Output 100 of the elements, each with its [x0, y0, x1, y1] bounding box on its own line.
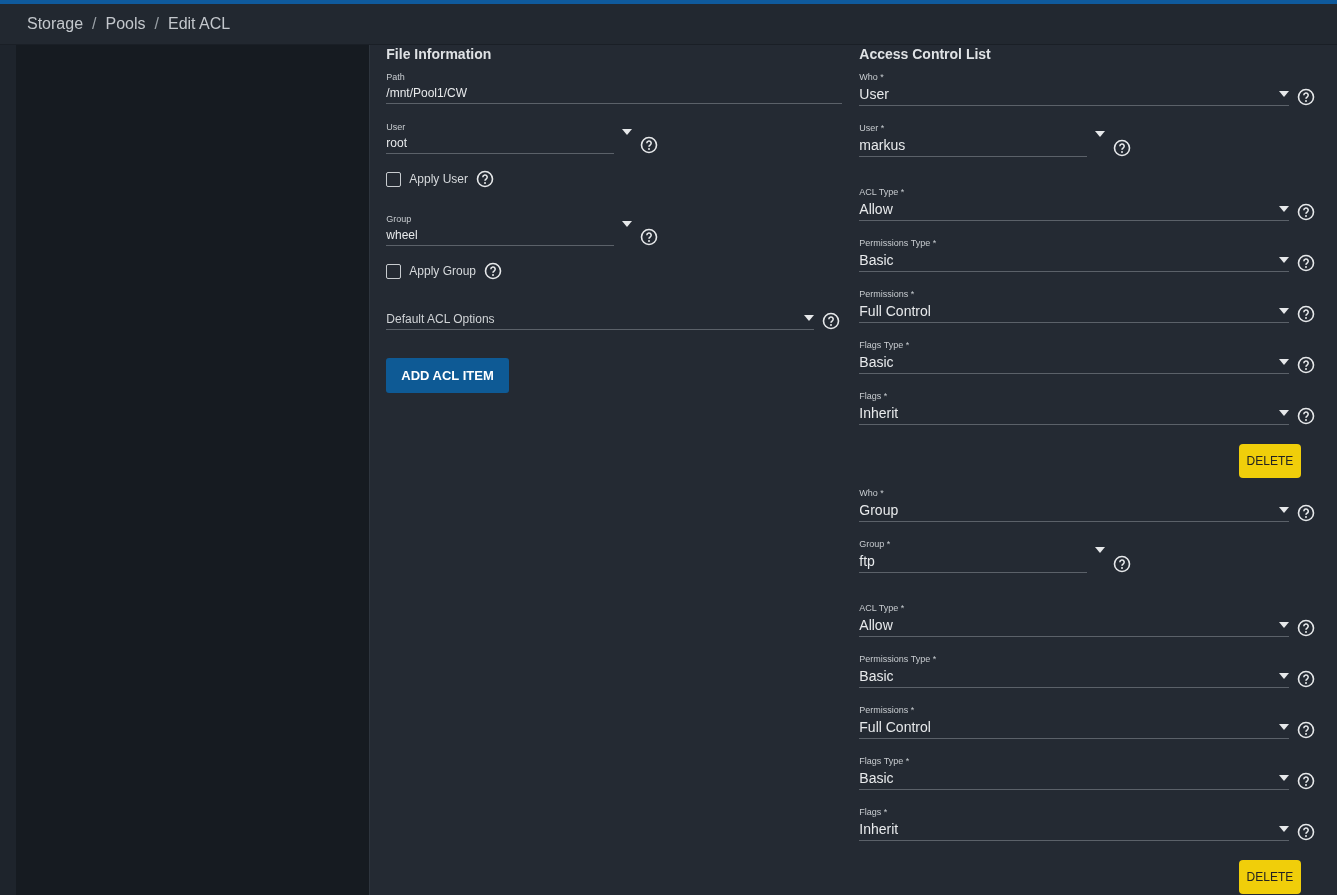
- field-label: Permissions Type *: [859, 654, 937, 664]
- caret-icon: [1279, 775, 1290, 781]
- section-title: Access Control List: [859, 46, 992, 62]
- select-field[interactable]: ACL Type * Allow: [859, 603, 1290, 637]
- field-value: Basic: [859, 354, 895, 370]
- select-field[interactable]: ACL Type * Allow: [859, 187, 1290, 221]
- select-field[interactable]: Flags * Inherit: [859, 391, 1290, 425]
- help-icon[interactable]: [640, 228, 659, 246]
- field-value: /mnt/Pool1/CW: [386, 86, 468, 100]
- caret-icon: [622, 221, 633, 227]
- help-icon[interactable]: [1297, 823, 1316, 841]
- help-icon[interactable]: [1297, 305, 1316, 323]
- add-acl-item-button[interactable]: ADD ACL ITEM: [386, 358, 509, 393]
- help-icon[interactable]: [484, 262, 502, 280]
- select-field[interactable]: Permissions * Full Control: [859, 289, 1290, 323]
- help-icon[interactable]: [1297, 203, 1316, 221]
- help-icon[interactable]: [1297, 407, 1316, 425]
- field-value: Basic: [859, 252, 895, 268]
- caret-icon: [1279, 410, 1290, 416]
- field-value: wheel: [386, 228, 419, 242]
- path-field[interactable]: Path /mnt/Pool1/CW: [386, 72, 843, 104]
- field-value: Allow: [859, 201, 894, 217]
- field-label: Who *: [859, 488, 885, 498]
- select-field[interactable]: Permissions * Full Control: [859, 705, 1290, 739]
- caret-icon: [622, 129, 633, 135]
- caret-icon: [1095, 131, 1106, 137]
- select-field[interactable]: Default ACL Options: [386, 306, 815, 330]
- breadcrumb-separator: /: [92, 15, 97, 33]
- checkbox[interactable]: [386, 171, 402, 187]
- select-field[interactable]: Who * Group: [859, 488, 1290, 522]
- select-field[interactable]: User * markus: [859, 123, 1088, 157]
- field-value: Allow: [859, 617, 894, 633]
- field-value: Basic: [859, 770, 895, 786]
- delete-button[interactable]: DELETE: [1238, 444, 1302, 478]
- caret-icon: [1279, 206, 1290, 212]
- help-icon[interactable]: [476, 170, 494, 188]
- caret-icon: [1279, 622, 1290, 628]
- field-placeholder: Default ACL Options: [386, 311, 495, 326]
- help-icon[interactable]: [1297, 356, 1316, 374]
- section-title: File Information: [386, 46, 493, 62]
- field-value: User: [859, 86, 889, 102]
- help-icon[interactable]: [1297, 670, 1316, 688]
- field-label: Flags *: [859, 391, 889, 401]
- caret-icon: [1279, 359, 1290, 365]
- field-label: Flags *: [859, 807, 889, 817]
- field-value: ftp: [859, 553, 876, 569]
- help-icon[interactable]: [822, 312, 841, 330]
- breadcrumb-link[interactable]: Pools: [105, 15, 146, 33]
- field-label: User: [386, 122, 407, 132]
- select-field[interactable]: Flags Type * Basic: [859, 756, 1290, 790]
- select-field[interactable]: Flags * Inherit: [859, 807, 1290, 841]
- field-label: Who *: [859, 72, 885, 82]
- select-field[interactable]: Who * User: [859, 72, 1290, 106]
- field-label: Permissions *: [859, 705, 916, 715]
- checkbox-label: Apply User: [409, 172, 468, 186]
- field-label: Group *: [859, 539, 892, 549]
- field-label: Group: [386, 214, 413, 224]
- caret-icon: [1279, 673, 1290, 679]
- help-icon[interactable]: [1297, 88, 1316, 106]
- caret-icon: [1279, 91, 1290, 97]
- caret-icon: [1279, 507, 1290, 513]
- help-icon[interactable]: [1113, 139, 1132, 157]
- caret-icon: [1279, 257, 1290, 263]
- select-field[interactable]: Permissions Type * Basic: [859, 238, 1290, 272]
- select-field[interactable]: Permissions Type * Basic: [859, 654, 1290, 688]
- help-icon[interactable]: [1297, 772, 1316, 790]
- field-label: Permissions Type *: [859, 238, 937, 248]
- caret-icon: [804, 315, 815, 321]
- breadcrumb-link[interactable]: Storage: [27, 15, 84, 33]
- field-label: Permissions *: [859, 289, 916, 299]
- field-label: ACL Type *: [859, 187, 905, 197]
- caret-icon: [1279, 308, 1290, 314]
- breadcrumb-separator: /: [154, 15, 159, 33]
- field-value: Full Control: [859, 719, 931, 735]
- field-label: Path: [386, 72, 406, 82]
- field-label: Flags Type *: [859, 340, 910, 350]
- help-icon[interactable]: [1297, 721, 1316, 739]
- select-field[interactable]: Group * ftp: [859, 539, 1088, 573]
- help-icon[interactable]: [640, 136, 659, 154]
- help-icon[interactable]: [1297, 254, 1316, 272]
- field-value: Full Control: [859, 303, 931, 319]
- checkbox[interactable]: [386, 263, 402, 279]
- field-value: Inherit: [859, 821, 899, 837]
- select-field[interactable]: Group wheel: [386, 214, 615, 246]
- select-field[interactable]: User root: [386, 122, 615, 154]
- help-icon[interactable]: [1297, 504, 1316, 522]
- field-label: Flags Type *: [859, 756, 910, 766]
- caret-icon: [1095, 547, 1106, 553]
- help-icon[interactable]: [1113, 555, 1132, 573]
- field-value: Inherit: [859, 405, 899, 421]
- select-field[interactable]: Flags Type * Basic: [859, 340, 1290, 374]
- help-icon[interactable]: [1297, 619, 1316, 637]
- caret-icon: [1279, 826, 1290, 832]
- checkbox-label: Apply Group: [409, 264, 476, 278]
- field-label: ACL Type *: [859, 603, 905, 613]
- field-value: Basic: [859, 668, 895, 684]
- field-value: markus: [859, 137, 907, 153]
- caret-icon: [1279, 724, 1290, 730]
- delete-button[interactable]: DELETE: [1238, 860, 1302, 894]
- field-label: User *: [859, 123, 886, 133]
